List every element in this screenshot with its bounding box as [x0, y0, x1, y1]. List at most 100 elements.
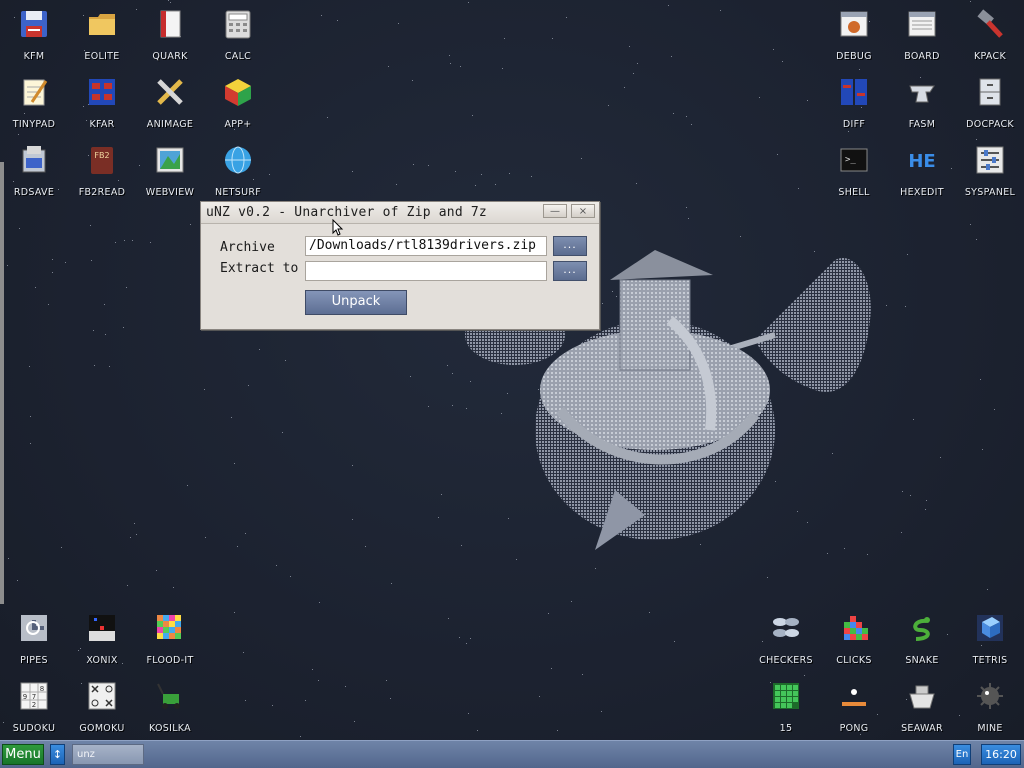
desktop-icon-label: TINYPAD [12, 119, 56, 130]
unpack-button[interactable]: Unpack [305, 290, 407, 315]
star [455, 171, 456, 172]
archive-browse-button[interactable]: ... [553, 236, 587, 256]
star [460, 66, 461, 67]
star [352, 519, 353, 520]
dialog-titlebar[interactable]: uNZ v0.2 - Unarchiver of Zip and 7z — × [201, 202, 599, 224]
desktop-icon-sudoku[interactable]: 9 7 8 2 SUDOKU [0, 672, 68, 740]
desktop-icon-syspanel[interactable]: SYSPANEL [956, 136, 1024, 204]
desktop-icon-flood-it[interactable]: FLOOD-IT [136, 604, 204, 672]
star [272, 705, 273, 706]
star [468, 2, 469, 3]
tetris-icon [974, 612, 1006, 644]
extract-browse-button[interactable]: ... [553, 261, 587, 281]
desktop-icon-tetris[interactable]: TETRIS [956, 604, 1024, 672]
desktop-icon-checkers[interactable]: CHECKERS [752, 604, 820, 672]
desktop-icon-webview[interactable]: WEBVIEW [136, 136, 204, 204]
desktop-icon-label: FLOOD-IT [146, 655, 194, 666]
mine-icon [974, 680, 1006, 712]
bug-window-icon [838, 8, 870, 40]
star [502, 68, 503, 69]
star [312, 669, 313, 670]
pencil-ruler-icon [154, 76, 186, 108]
star [321, 15, 322, 16]
svg-text:9: 9 [23, 693, 27, 701]
star [481, 174, 482, 175]
minimize-button[interactable]: — [543, 204, 567, 218]
star [126, 287, 127, 288]
star [886, 305, 887, 306]
desktop-icon-rdsave[interactable]: RDSAVE [0, 136, 68, 204]
taskbar: Menu ↕ unz En 16:20 [0, 740, 1024, 768]
star [30, 416, 31, 417]
desktop-icon-shell[interactable]: >_ SHELL [820, 136, 888, 204]
star [231, 417, 232, 418]
desktop-icon-diff[interactable]: DIFF [820, 68, 888, 136]
desktop-icon-xonix[interactable]: XONIX [68, 604, 136, 672]
ramdisk-icon [18, 144, 50, 176]
extract-path-input[interactable] [305, 261, 547, 281]
desktop-icon-label: NETSURF [214, 187, 262, 198]
star [259, 349, 260, 350]
star [290, 576, 291, 577]
desktop-icon-tinypad[interactable]: TINYPAD [0, 68, 68, 136]
star [581, 158, 582, 159]
mouse-cursor-icon [332, 219, 344, 236]
window-switch-button[interactable]: ↕ [50, 744, 65, 765]
desktop-icon-label: KPACK [973, 51, 1007, 62]
clock[interactable]: 16:20 [981, 744, 1021, 765]
star [691, 124, 692, 125]
star [90, 225, 91, 226]
desktop-icon-kosilka[interactable]: KOSILKA [136, 672, 204, 740]
star [412, 80, 413, 81]
star [29, 366, 30, 367]
desktop-icon-debug[interactable]: DEBUG [820, 0, 888, 68]
archive-path-input[interactable]: /Downloads/rtl8139drivers.zip [305, 236, 547, 256]
star [413, 164, 414, 165]
star [352, 465, 353, 466]
desktop-icon-docpack[interactable]: DOCPACK [956, 68, 1024, 136]
desktop-icon-netsurf[interactable]: NETSURF [204, 136, 272, 204]
star [980, 379, 981, 380]
desktop-icon-quark[interactable]: QUARK [136, 0, 204, 68]
desktop-icon-clicks[interactable]: CLICKS [820, 604, 888, 672]
star [720, 10, 721, 11]
star [345, 686, 346, 687]
desktop-icon-kpack[interactable]: KPACK [956, 0, 1024, 68]
unz-dialog-window: uNZ v0.2 - Unarchiver of Zip and 7z — × … [200, 201, 600, 330]
board-window-icon [906, 8, 938, 40]
keyboard-layout-indicator[interactable]: En [953, 744, 971, 765]
desktop-icon-label: FB2READ [78, 187, 126, 198]
desktop-icon-animage[interactable]: ANIMAGE [136, 68, 204, 136]
desktop-icon-mine[interactable]: MINE [956, 672, 1024, 740]
desktop-icon-pong[interactable]: PONG [820, 672, 888, 740]
desktop-icon-fasm[interactable]: FASM [888, 68, 956, 136]
taskbar-item-unz[interactable]: unz [72, 744, 144, 765]
diff-grid-icon [838, 76, 870, 108]
desktop-icon-gomoku[interactable]: GOMOKU [68, 672, 136, 740]
star [448, 618, 449, 619]
star [428, 165, 429, 166]
desktop-icon-pipes[interactable]: PIPES [0, 604, 68, 672]
desktop-icon-calc[interactable]: CALC [204, 0, 272, 68]
star [901, 532, 902, 533]
desktop-icon-seawar[interactable]: SEAWAR [888, 672, 956, 740]
desktop-icon-15[interactable]: 15 [752, 672, 820, 740]
star [352, 171, 353, 172]
map-picture-icon [154, 144, 186, 176]
star [396, 184, 397, 185]
desktop-icon-eolite[interactable]: EOLITE [68, 0, 136, 68]
desktop-icon-board[interactable]: BOARD [888, 0, 956, 68]
desktop-icon-snake[interactable]: SNAKE [888, 604, 956, 672]
desktop-icon-app[interactable]: APP+ [204, 68, 272, 136]
desktop-icon-hexedit[interactable]: HE HEXEDIT [888, 136, 956, 204]
desktop-icon-label: EOLITE [84, 51, 120, 62]
desktop-icon-kfar[interactable]: KFAR [68, 68, 136, 136]
svg-text:FB2: FB2 [94, 151, 109, 160]
menu-button[interactable]: Menu [2, 744, 44, 765]
desktop-icon-fb2read[interactable]: FB2 FB2READ [68, 136, 136, 204]
star [582, 674, 583, 675]
desktop-icon-kfm[interactable]: KFM [0, 0, 68, 68]
close-button[interactable]: × [571, 204, 595, 218]
star [902, 491, 903, 492]
svg-text:2: 2 [32, 701, 36, 709]
